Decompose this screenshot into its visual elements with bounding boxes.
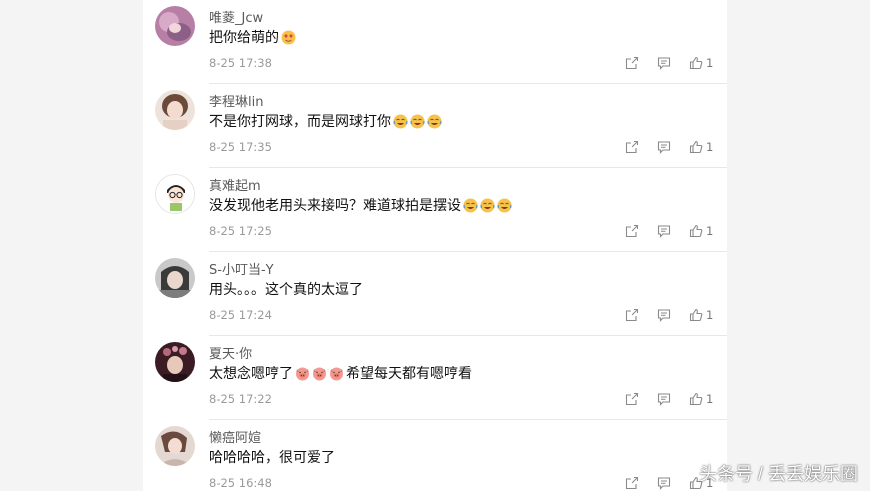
avatar[interactable]: [155, 6, 195, 46]
comment-text-before: 太想念嗯哼了: [209, 366, 293, 382]
laugh-cry-emoji-icon: [427, 114, 442, 129]
timestamp: 8-25 16:48: [209, 476, 272, 490]
comment-actions: 1: [625, 223, 713, 239]
username[interactable]: 懒癌阿媗: [209, 427, 261, 446]
comment-text: 用头。。。这个真的太逗了: [209, 279, 363, 299]
reply-icon[interactable]: [657, 392, 671, 406]
reply-icon[interactable]: [657, 308, 671, 322]
timestamp: 8-25 17:25: [209, 224, 272, 238]
comment-text: 把你给萌的: [209, 27, 296, 47]
like-count: 1: [706, 224, 714, 238]
share-icon[interactable]: [625, 308, 639, 322]
comment-text-after: 希望每天都有嗯哼看: [346, 366, 472, 382]
comment-actions: 1: [625, 55, 713, 71]
avatar[interactable]: [155, 426, 195, 466]
timestamp: 8-25 17:38: [209, 56, 272, 70]
thumbs-up-icon: [689, 140, 703, 154]
timestamp: 8-25 17:22: [209, 392, 272, 406]
pig-face-emoji-icon: [312, 366, 327, 381]
comment-item: 唯菱_Jcw 把你给萌的 8-25 17:38 1: [143, 0, 727, 84]
username[interactable]: S-小叮当-Y: [209, 259, 274, 278]
comment-item: 真难起m 没发现他老用头来接吗？难道球拍是摆设 8-25 17:25 1: [143, 168, 727, 252]
like-count: 1: [706, 392, 714, 406]
laugh-cry-emoji-icon: [480, 198, 495, 213]
comment-item: 李程琳lin 不是你打网球，而是网球打你 8-25 17:35 1: [143, 84, 727, 168]
comment-text: 哈哈哈哈，很可爱了: [209, 447, 335, 467]
thumbs-up-icon: [689, 308, 703, 322]
like-count: 1: [706, 56, 714, 70]
avatar[interactable]: [155, 258, 195, 298]
reply-icon[interactable]: [657, 56, 671, 70]
avatar[interactable]: [155, 90, 195, 130]
comment-item: 夏天·你 太想念嗯哼了 希望每天都有嗯哼看 8-25 17:22 1: [143, 336, 727, 420]
thumbs-up-icon: [689, 56, 703, 70]
comment-actions: 1: [625, 391, 713, 407]
share-icon[interactable]: [625, 224, 639, 238]
like-button[interactable]: 1: [689, 392, 713, 406]
like-count: 1: [706, 308, 714, 322]
comment-text-content: 把你给萌的: [209, 30, 279, 46]
comment-item: 懒癌阿媗 哈哈哈哈，很可爱了 8-25 16:48 1: [143, 420, 727, 491]
love-face-emoji-icon: [281, 30, 296, 45]
like-count: 1: [706, 140, 714, 154]
comment-text: 不是你打网球，而是网球打你: [209, 111, 442, 131]
like-button[interactable]: 1: [689, 224, 713, 238]
laugh-cry-emoji-icon: [410, 114, 425, 129]
laugh-cry-emoji-icon: [463, 198, 478, 213]
avatar[interactable]: [155, 342, 195, 382]
username[interactable]: 真难起m: [209, 175, 261, 194]
username[interactable]: 夏天·你: [209, 343, 252, 362]
thumbs-up-icon: [689, 392, 703, 406]
thumbs-up-icon: [689, 224, 703, 238]
watermark: 头条号 / 丢丢娱乐圈: [698, 464, 858, 484]
username[interactable]: 唯菱_Jcw: [209, 7, 263, 26]
like-button[interactable]: 1: [689, 308, 713, 322]
share-icon[interactable]: [625, 140, 639, 154]
comment-text: 没发现他老用头来接吗？难道球拍是摆设: [209, 195, 512, 215]
reply-icon[interactable]: [657, 476, 671, 490]
timestamp: 8-25 17:24: [209, 308, 272, 322]
comment-list: 唯菱_Jcw 把你给萌的 8-25 17:38 1 李程琳lin 不是你打网球，…: [143, 0, 727, 491]
avatar[interactable]: [155, 174, 195, 214]
reply-icon[interactable]: [657, 140, 671, 154]
share-icon[interactable]: [625, 476, 639, 490]
comment-actions: 1: [625, 307, 713, 323]
pig-face-emoji-icon: [295, 366, 310, 381]
share-icon[interactable]: [625, 392, 639, 406]
laugh-cry-emoji-icon: [393, 114, 408, 129]
comment-text-content: 用头。。。这个真的太逗了: [209, 282, 363, 298]
comment-text-content: 没发现他老用头来接吗？难道球拍是摆设: [209, 198, 461, 214]
comment-item: S-小叮当-Y 用头。。。这个真的太逗了 8-25 17:24 1: [143, 252, 727, 336]
reply-icon[interactable]: [657, 224, 671, 238]
comment-actions: 1: [625, 139, 713, 155]
timestamp: 8-25 17:35: [209, 140, 272, 154]
like-button[interactable]: 1: [689, 56, 713, 70]
like-button[interactable]: 1: [689, 140, 713, 154]
comment-text-content: 哈哈哈哈，很可爱了: [209, 450, 335, 466]
share-icon[interactable]: [625, 56, 639, 70]
username[interactable]: 李程琳lin: [209, 91, 263, 110]
pig-face-emoji-icon: [329, 366, 344, 381]
laugh-cry-emoji-icon: [497, 198, 512, 213]
comment-text: 太想念嗯哼了 希望每天都有嗯哼看: [209, 363, 472, 383]
comment-text-content: 不是你打网球，而是网球打你: [209, 114, 391, 130]
